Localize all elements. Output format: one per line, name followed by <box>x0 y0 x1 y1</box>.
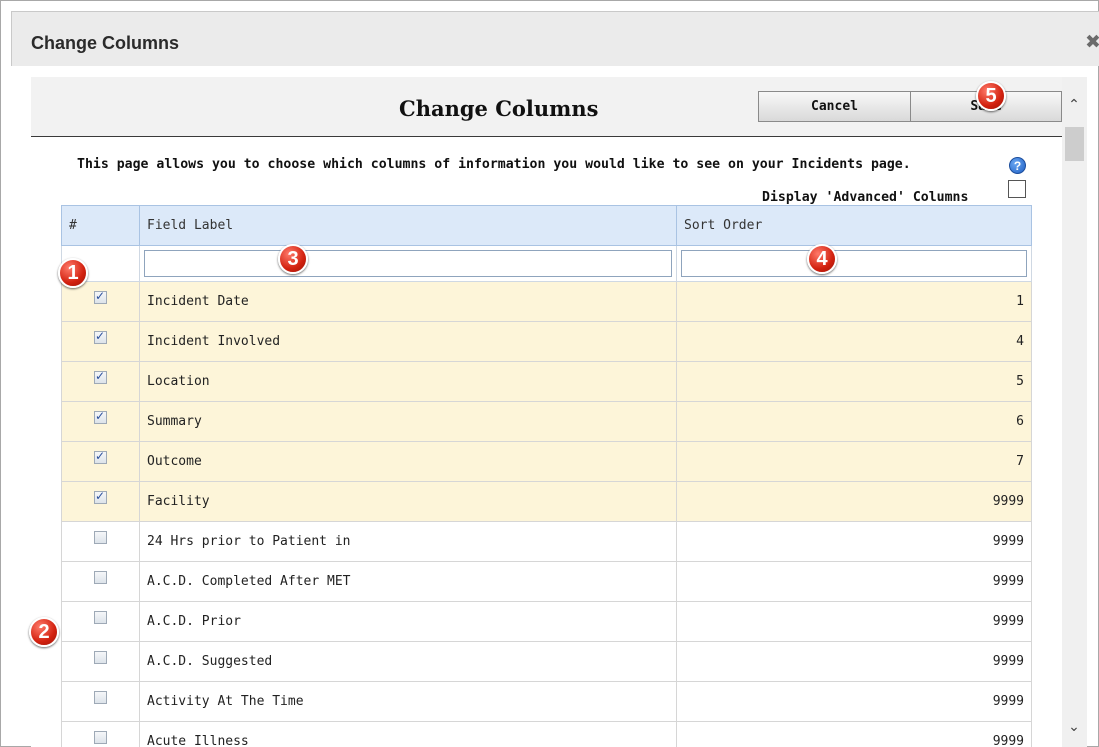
sort-order-cell: 9999 <box>676 721 1032 747</box>
scroll-down-icon[interactable]: ⌄ <box>1066 719 1082 735</box>
field-label-cell: Incident Involved <box>139 321 677 362</box>
row-checkbox-cell <box>61 361 140 402</box>
table-row[interactable]: Acute Illness 9999 <box>61 721 1032 747</box>
table-row[interactable]: A.C.D. Prior 9999 <box>61 601 1032 642</box>
advanced-columns-checkbox[interactable] <box>1008 180 1026 198</box>
sort-order-cell: 4 <box>676 321 1032 362</box>
field-label-cell: Facility <box>139 481 677 522</box>
row-checkbox-cell <box>61 641 140 682</box>
field-label-cell: Outcome <box>139 441 677 482</box>
row-checkbox[interactable] <box>94 691 107 704</box>
row-checkbox[interactable] <box>94 329 107 344</box>
annotation-marker-1: 1 <box>58 258 88 288</box>
sort-order-cell: 9999 <box>676 481 1032 522</box>
dialog-title: Change Columns <box>31 33 180 53</box>
field-label-cell: Incident Date <box>139 281 677 322</box>
column-header-number: # <box>61 205 140 246</box>
row-checkbox-cell <box>61 441 140 482</box>
field-label-cell: Acute Illness <box>139 721 677 747</box>
table-row[interactable]: Incident Date1 <box>61 281 1032 322</box>
sort-order-cell: 6 <box>676 401 1032 442</box>
row-checkbox[interactable] <box>94 731 107 744</box>
columns-table: # Field Label Sort Order Incident Date1I… <box>61 205 1032 747</box>
table-row[interactable]: 24 Hrs prior to Patient in 9999 <box>61 521 1032 562</box>
row-checkbox-cell <box>61 561 140 602</box>
table-row[interactable]: Incident Involved4 <box>61 321 1032 362</box>
help-icon[interactable]: ? <box>1009 157 1026 174</box>
row-checkbox[interactable] <box>94 289 107 304</box>
content-pane: Change Columns Cancel Save This page all… <box>31 77 1062 747</box>
page-description: This page allows you to choose which col… <box>77 157 911 172</box>
column-header-sort-order[interactable]: Sort Order <box>676 205 1032 246</box>
row-checkbox-cell <box>61 681 140 722</box>
filter-cell-sort <box>676 245 1032 282</box>
table-row[interactable]: Location5 <box>61 361 1032 402</box>
row-checkbox[interactable] <box>94 409 107 424</box>
vertical-scrollbar[interactable]: ⌃ ⌄ <box>1062 77 1087 747</box>
cancel-button[interactable]: Cancel <box>758 91 911 122</box>
table-row[interactable]: A.C.D. Completed After MET 9999 <box>61 561 1032 602</box>
annotation-marker-2: 2 <box>29 617 59 647</box>
dialog-header: Change Columns ✖ <box>11 11 1099 66</box>
row-checkbox-cell <box>61 321 140 362</box>
change-columns-dialog: Change Columns ✖ Change Columns Cancel S… <box>0 0 1099 747</box>
filter-row <box>61 245 1032 282</box>
sort-order-cell: 9999 <box>676 681 1032 722</box>
sort-order-filter-input[interactable] <box>681 250 1027 277</box>
annotation-marker-3: 3 <box>278 244 308 274</box>
row-checkbox-cell <box>61 401 140 442</box>
sort-order-cell: 9999 <box>676 561 1032 602</box>
row-checkbox[interactable] <box>94 531 107 544</box>
row-checkbox-cell <box>61 721 140 747</box>
row-checkbox[interactable] <box>94 571 107 584</box>
sort-order-cell: 9999 <box>676 641 1032 682</box>
row-checkbox[interactable] <box>94 449 107 464</box>
sort-order-cell: 9999 <box>676 521 1032 562</box>
field-label-cell: A.C.D. Prior <box>139 601 677 642</box>
page-title: Change Columns <box>399 96 599 121</box>
row-checkbox[interactable] <box>94 611 107 624</box>
table-row[interactable]: A.C.D. Suggested 9999 <box>61 641 1032 682</box>
field-label-cell: A.C.D. Completed After MET <box>139 561 677 602</box>
table-row[interactable]: Outcome7 <box>61 441 1032 482</box>
table-row[interactable]: Facility9999 <box>61 481 1032 522</box>
scroll-up-icon[interactable]: ⌃ <box>1066 97 1082 113</box>
sort-order-cell: 1 <box>676 281 1032 322</box>
filter-cell-field <box>139 245 677 282</box>
sort-order-cell: 5 <box>676 361 1032 402</box>
row-checkbox[interactable] <box>94 489 107 504</box>
annotation-marker-4: 4 <box>807 244 837 274</box>
close-icon[interactable]: ✖ <box>1083 32 1099 52</box>
field-label-cell: Location <box>139 361 677 402</box>
scroll-thumb[interactable] <box>1065 127 1084 161</box>
field-label-cell: Summary <box>139 401 677 442</box>
table-header-row: # Field Label Sort Order <box>61 205 1032 246</box>
column-header-field-label[interactable]: Field Label <box>139 205 677 246</box>
advanced-columns-label: Display 'Advanced' Columns <box>762 190 969 205</box>
row-checkbox-cell <box>61 601 140 642</box>
annotation-marker-5: 5 <box>976 81 1006 111</box>
field-label-cell: A.C.D. Suggested <box>139 641 677 682</box>
sort-order-cell: 7 <box>676 441 1032 482</box>
row-checkbox-cell <box>61 521 140 562</box>
row-checkbox-cell <box>61 481 140 522</box>
field-label-filter-input[interactable] <box>144 250 672 277</box>
page-header: Change Columns Cancel Save <box>31 77 1062 137</box>
sort-order-cell: 9999 <box>676 601 1032 642</box>
table-row[interactable]: Summary6 <box>61 401 1032 442</box>
row-checkbox[interactable] <box>94 651 107 664</box>
field-label-cell: 24 Hrs prior to Patient in <box>139 521 677 562</box>
row-checkbox[interactable] <box>94 369 107 384</box>
field-label-cell: Activity At The Time <box>139 681 677 722</box>
table-row[interactable]: Activity At The Time 9999 <box>61 681 1032 722</box>
